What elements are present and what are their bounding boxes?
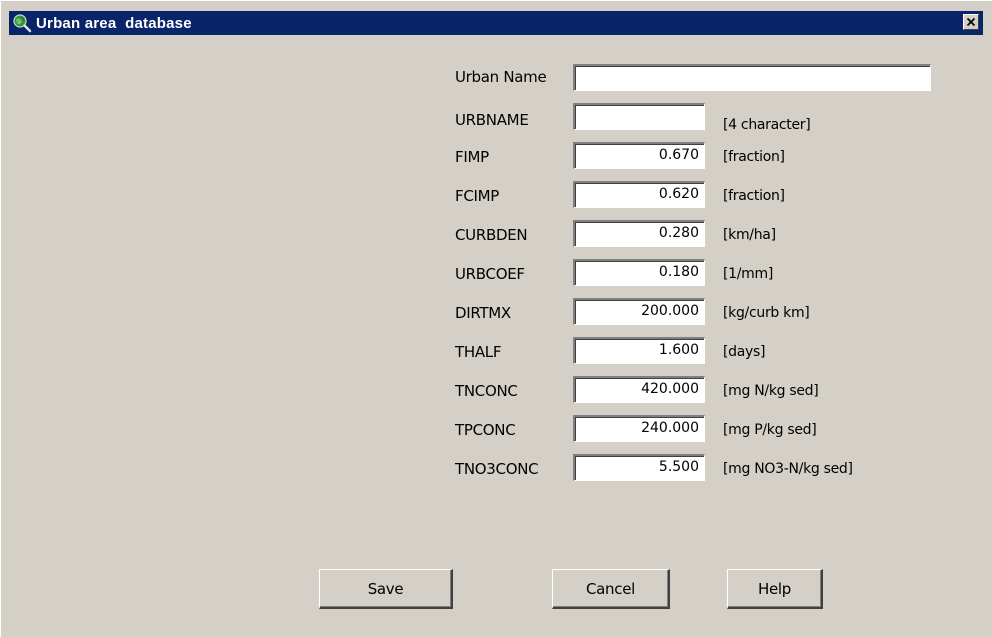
curbden-unit: [km/ha] [723,227,776,243]
help-button[interactable]: Help [727,569,823,609]
urban-name-input[interactable] [573,64,931,91]
tno3conc-input[interactable]: 5.500 [573,454,705,481]
urbname-input[interactable] [573,103,705,130]
tpconc-unit: [mg P/kg sed] [723,422,817,438]
fcimp-input[interactable]: 0.620 [573,181,705,208]
dirtmx-input[interactable]: 200.000 [573,298,705,325]
close-button[interactable] [963,14,979,30]
cancel-button[interactable]: Cancel [552,569,670,609]
urban-area-database-window: Urban area database Urban Name URBNAME [… [0,0,992,637]
urbcoef-unit: [1/mm] [723,266,774,282]
urbname-unit: [4 character] [723,117,811,133]
curbden-input[interactable]: 0.280 [573,220,705,247]
fcimp-unit: [fraction] [723,188,785,204]
title-bar[interactable]: Urban area database [9,11,983,35]
thalf-input[interactable]: 1.600 [573,337,705,364]
tno3conc-unit: [mg NO3-N/kg sed] [723,461,853,477]
save-button[interactable]: Save [319,569,453,609]
dirtmx-unit: [kg/curb km] [723,305,810,321]
tnconc-unit: [mg N/kg sed] [723,383,819,399]
tpconc-input[interactable]: 240.000 [573,415,705,442]
window-title: Urban area database [36,14,192,32]
dirtmx-label: DIRTMX [455,304,511,322]
fimp-label: FIMP [455,148,489,166]
urbcoef-input[interactable]: 0.180 [573,259,705,286]
tnconc-input[interactable]: 420.000 [573,376,705,403]
urbname-label: URBNAME [455,111,529,129]
fcimp-label: FCIMP [455,187,500,205]
curbden-label: CURBDEN [455,226,528,244]
urbcoef-label: URBCOEF [455,265,525,283]
fimp-input[interactable]: 0.670 [573,142,705,169]
urban-name-label: Urban Name [455,68,547,86]
thalf-label: THALF [455,343,502,361]
tnconc-label: TNCONC [455,382,518,400]
tno3conc-label: TNO3CONC [455,460,539,478]
globe-magnifier-icon [13,14,32,33]
fimp-unit: [fraction] [723,149,785,165]
thalf-unit: [days] [723,344,766,360]
close-icon [966,17,976,27]
tpconc-label: TPCONC [455,421,516,439]
